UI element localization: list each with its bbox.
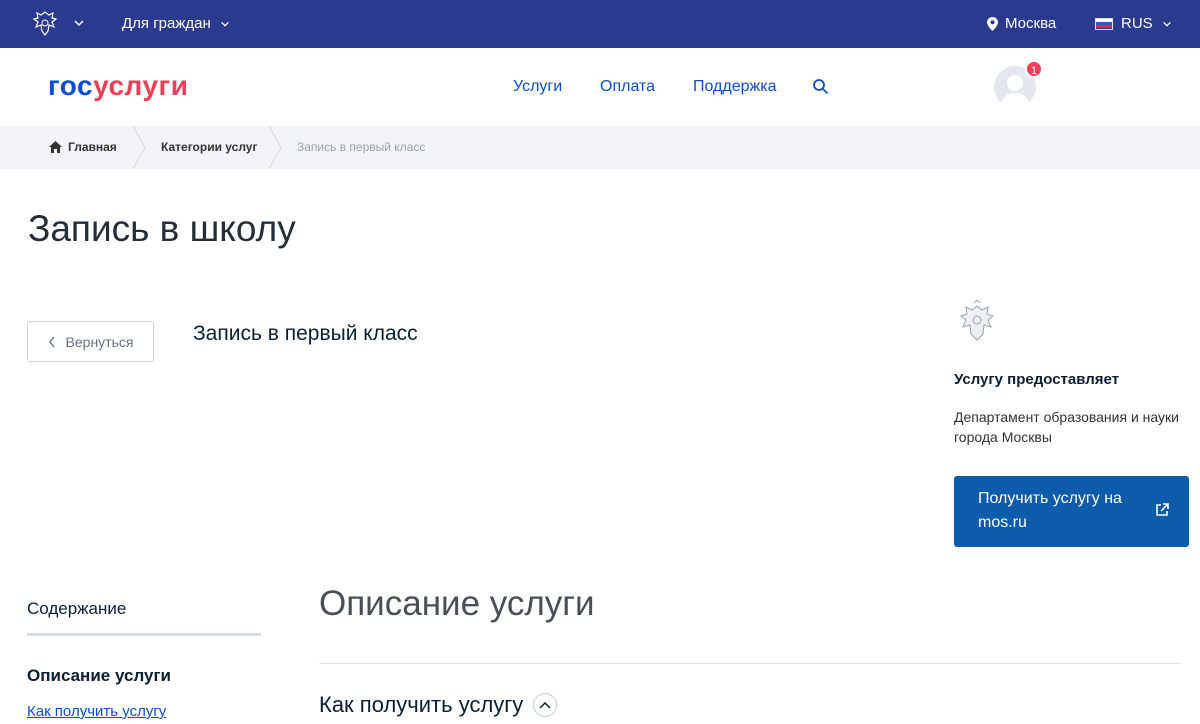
contents-item-description[interactable]: Описание услуги	[27, 666, 171, 686]
chevron-up-icon	[539, 701, 551, 709]
logo-part-gos: гос	[48, 70, 94, 101]
provider-department: Департамент образования и науки города М…	[954, 409, 1179, 445]
contents-item-how-to-get[interactable]: Как получить услугу	[27, 703, 166, 720]
breadcrumb-category[interactable]: Категории услуг	[161, 140, 257, 154]
chevron-left-icon	[48, 336, 55, 347]
audience-label: Для граждан	[122, 15, 211, 32]
home-icon	[49, 141, 62, 153]
contents-divider	[27, 633, 261, 636]
breadcrumb-category-label: Категории услуг	[161, 140, 258, 154]
search-icon[interactable]	[812, 78, 830, 96]
nav-services[interactable]: Услуги	[513, 78, 562, 96]
language-label: RUS	[1121, 15, 1153, 32]
breadcrumb: Главная Категории услуг Запись в первый …	[0, 126, 1200, 169]
breadcrumb-separator	[132, 126, 146, 169]
nav-payment[interactable]: Оплата	[600, 78, 655, 96]
get-service-button[interactable]: Получить услугу на mos.ru	[954, 476, 1189, 547]
coat-of-arms-icon[interactable]	[30, 9, 60, 39]
service-name: Запись в первый класс	[193, 322, 418, 345]
back-button[interactable]: Вернуться	[27, 321, 154, 362]
breadcrumb-current-label: Запись в первый класс	[297, 140, 426, 154]
city-label: Москва	[1005, 15, 1057, 32]
nav-support[interactable]: Поддержка	[693, 78, 776, 96]
provider-label: Услугу предоставляет	[954, 371, 1120, 388]
city-selector[interactable]: Москва	[987, 15, 1056, 32]
location-pin-icon	[987, 16, 998, 31]
breadcrumb-separator	[268, 126, 282, 169]
collapse-toggle[interactable]	[533, 693, 558, 717]
section-divider	[319, 663, 1181, 664]
back-button-label: Вернуться	[65, 333, 134, 350]
logo-part-uslugi: услуги	[93, 70, 189, 101]
notification-badge[interactable]: 1	[1025, 60, 1043, 78]
breadcrumb-home-label: Главная	[68, 140, 117, 154]
contents-title: Содержание	[27, 599, 127, 618]
chevron-down-icon	[220, 21, 229, 27]
department-emblem-icon	[959, 300, 995, 341]
description-section-title: Описание услуги	[319, 584, 595, 623]
chevron-down-icon	[1162, 21, 1171, 27]
russia-flag-icon	[1095, 17, 1113, 30]
language-selector[interactable]: RUS	[1095, 15, 1173, 32]
gosuslugi-logo[interactable]: госуслуги	[48, 70, 188, 102]
audience-selector[interactable]: Для граждан	[122, 15, 231, 32]
how-to-get-heading: Как получить услугу	[319, 692, 558, 718]
breadcrumb-current: Запись в первый класс	[297, 140, 425, 154]
page-title: Запись в школу	[28, 208, 296, 249]
chevron-down-icon[interactable]	[72, 16, 86, 30]
top-bar: Для граждан Москва RUS	[0, 0, 1200, 48]
breadcrumb-home[interactable]: Главная	[49, 140, 117, 154]
get-service-label: Получить услугу на mos.ru	[978, 490, 1122, 531]
external-link-icon	[1156, 503, 1169, 516]
how-to-get-title: Как получить услугу	[319, 692, 524, 717]
